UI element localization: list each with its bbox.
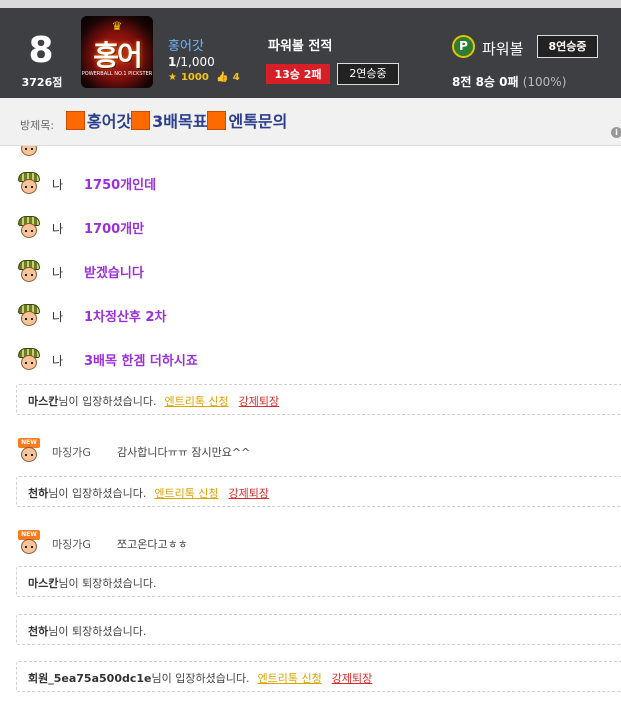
system-message-text: 마스칸님이 입장하셨습니다. 엔트리톡 신청 강제퇴장 bbox=[28, 393, 279, 409]
chat-message: 나 1차정산후 2차 bbox=[16, 302, 616, 328]
star-count: 1000 bbox=[180, 72, 209, 83]
chat-log[interactable]: 나 1750개인데 나 1700개만 나 받겠습니다 나 1차정산후 2차 나 … bbox=[0, 146, 621, 707]
record-text: 8전 8승 0패 bbox=[452, 75, 519, 89]
crown-icon: ♛ bbox=[111, 19, 123, 33]
message-text: 1750개인데 bbox=[84, 178, 157, 193]
system-user[interactable]: 마스칸 bbox=[28, 395, 58, 408]
system-message: 마스칸님이 입장하셨습니다. 엔트리톡 신청 강제퇴장 bbox=[16, 384, 621, 415]
message-sender[interactable]: 마징가G bbox=[52, 536, 91, 552]
system-user[interactable]: 천하 bbox=[28, 625, 48, 638]
system-message-text: 마스칸님이 퇴장하셨습니다. bbox=[28, 575, 156, 591]
like-count: 4 bbox=[232, 72, 240, 83]
message-text: 쪼고온다고ㅎㅎ bbox=[117, 538, 188, 551]
powerball-record-title: 파워볼 전적 bbox=[268, 39, 333, 54]
win-loss-badge: 13승 2패 bbox=[266, 64, 330, 84]
system-message: 천하님이 입장하셨습니다. 엔트리톡 신청 강제퇴장 bbox=[16, 476, 621, 507]
avatar-icon bbox=[16, 214, 42, 240]
message-sender: 나 bbox=[52, 310, 64, 324]
level-points: 3726점 bbox=[21, 76, 63, 89]
star-icon: ★ bbox=[168, 72, 177, 83]
kick-link[interactable]: 강제퇴장 bbox=[229, 487, 269, 500]
new-user-avatar-icon: NEW bbox=[16, 438, 42, 464]
rank-total: /1,000 bbox=[176, 55, 215, 69]
kick-link[interactable]: 강제퇴장 bbox=[332, 672, 372, 685]
system-message-text: 천하님이 입장하셨습니다. 엔트리톡 신청 강제퇴장 bbox=[28, 485, 269, 501]
message-text: 3배목 한겜 더하시죠 bbox=[84, 354, 198, 369]
system-message: 천하님이 퇴장하셨습니다. bbox=[16, 614, 621, 645]
new-user-avatar-icon: NEW bbox=[16, 530, 42, 556]
info-icon[interactable]: i bbox=[611, 127, 621, 138]
room-title-part: 엔톡문의 bbox=[228, 112, 288, 131]
message-sender: 나 bbox=[52, 354, 64, 368]
logo-subtitle: POWERBALL NO.1 PICKSTER bbox=[81, 71, 153, 77]
powerball-icon: P bbox=[452, 35, 475, 58]
chat-message: 나 1700개만 bbox=[16, 214, 616, 240]
kick-link[interactable]: 강제퇴장 bbox=[239, 395, 279, 408]
chat-message: NEW 마징가G 쪼고온다고ㅎㅎ bbox=[16, 530, 616, 556]
avatar-icon bbox=[16, 346, 42, 372]
thumbs-up-icon: 👍 bbox=[216, 72, 229, 83]
message-text: 감사합니다ㅠㅠ 잠시만요^^ bbox=[117, 446, 251, 459]
system-message-text: 회원_5ea75a500dc1e님이 입장하셨습니다. 엔트리톡 신청 강제퇴장 bbox=[28, 670, 372, 686]
message-text: 받겠습니다 bbox=[84, 266, 144, 281]
message-text: 1700개만 bbox=[84, 222, 145, 237]
stats: ★ 1000 👍 4 bbox=[168, 72, 244, 83]
avatar-icon bbox=[16, 258, 42, 284]
chat-message: NEW 마징가G 감사합니다ㅠㅠ 잠시만요^^ bbox=[16, 438, 616, 464]
powerball-label: 파워볼 bbox=[482, 40, 524, 58]
new-badge: NEW bbox=[18, 530, 40, 539]
system-message: 마스칸님이 퇴장하셨습니다. bbox=[16, 566, 621, 597]
rank: 1/1,000 bbox=[168, 55, 215, 69]
chat-message: 나 3배목 한겜 더하시죠 bbox=[16, 346, 616, 372]
chat-message: 나 받겠습니다 bbox=[16, 258, 616, 284]
system-suffix: 님이 퇴장하셨습니다. bbox=[48, 625, 147, 638]
orange-square-icon bbox=[207, 111, 227, 130]
profile-header: 8 3726점 ♛ 홍어 POWERBALL NO.1 PICKSTER 홍어갓… bbox=[0, 0, 621, 98]
system-user[interactable]: 회원_5ea75a500dc1e bbox=[28, 672, 151, 685]
message-sender: 나 bbox=[52, 178, 64, 192]
powerball-record: 8전 8승 0패 (100%) bbox=[452, 73, 566, 90]
system-suffix: 님이 입장하셨습니다. bbox=[58, 395, 157, 408]
message-sender: 나 bbox=[52, 266, 64, 280]
room-title-part: 3배목표 bbox=[152, 112, 208, 131]
room-title: 홍어갓 3배목표 엔톡문의 bbox=[66, 108, 287, 132]
system-message: 회원_5ea75a500dc1e님이 입장하셨습니다. 엔트리톡 신청 강제퇴장 bbox=[16, 661, 621, 692]
entry-talk-link[interactable]: 엔트리톡 신청 bbox=[258, 672, 322, 685]
system-user[interactable]: 천하 bbox=[28, 487, 48, 500]
logo-text: 홍어 bbox=[93, 39, 143, 72]
room-owner-name[interactable]: 홍어갓 bbox=[168, 35, 204, 54]
level-number: 8 bbox=[28, 30, 54, 71]
system-suffix: 님이 입장하셨습니다. bbox=[151, 672, 250, 685]
system-user[interactable]: 마스칸 bbox=[28, 577, 58, 590]
streak-badge: 2연승중 bbox=[337, 63, 399, 85]
message-sender: 나 bbox=[52, 222, 64, 236]
system-suffix: 님이 입장하셨습니다. bbox=[48, 487, 147, 500]
entry-talk-link[interactable]: 엔트리톡 신청 bbox=[164, 395, 228, 408]
orange-square-icon bbox=[66, 111, 85, 130]
avatar-icon bbox=[16, 146, 42, 158]
avatar-icon bbox=[16, 302, 42, 328]
system-message-text: 천하님이 퇴장하셨습니다. bbox=[28, 623, 146, 639]
room-title-bar: 방제목: 홍어갓 3배목표 엔톡문의 bbox=[0, 98, 621, 146]
message-text: 1차정산후 2차 bbox=[84, 310, 167, 325]
avatar-icon bbox=[16, 170, 42, 196]
record-percent: (100%) bbox=[522, 75, 567, 89]
orange-square-icon bbox=[131, 111, 151, 130]
chat-message-cutoff bbox=[16, 146, 616, 158]
room-title-part: 홍어갓 bbox=[87, 112, 132, 131]
new-badge: NEW bbox=[18, 438, 40, 447]
chat-message: 나 1750개인데 bbox=[16, 170, 616, 196]
system-suffix: 님이 퇴장하셨습니다. bbox=[58, 577, 157, 590]
room-title-label: 방제목: bbox=[20, 119, 55, 132]
current-streak-badge: 8연승중 bbox=[537, 35, 598, 58]
entry-talk-link[interactable]: 엔트리톡 신청 bbox=[154, 487, 218, 500]
message-sender[interactable]: 마징가G bbox=[52, 444, 91, 460]
room-logo[interactable]: ♛ 홍어 POWERBALL NO.1 PICKSTER bbox=[81, 16, 153, 88]
